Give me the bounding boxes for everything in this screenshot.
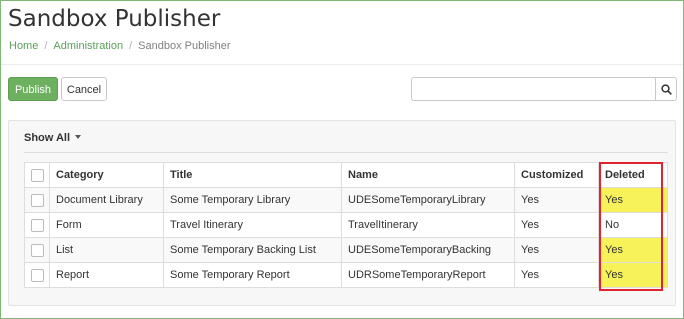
caret-down-icon <box>75 135 82 139</box>
column-header-customized[interactable]: Customized <box>514 162 599 188</box>
row-checkbox[interactable] <box>31 218 44 232</box>
cell-title: Some Temporary Backing List <box>163 237 342 263</box>
row-select-cell <box>24 237 50 263</box>
cell-category: List <box>49 237 164 263</box>
row-select-cell <box>24 262 50 288</box>
breadcrumb-home[interactable]: Home <box>9 40 38 52</box>
cell-deleted: Yes <box>598 187 668 213</box>
cell-customized: Yes <box>514 187 599 213</box>
show-all-label: Show All <box>24 132 71 144</box>
breadcrumb-administration[interactable]: Administration <box>53 40 123 52</box>
publish-table: Category Title Name Customized Deleted D… <box>24 162 668 288</box>
table-row[interactable]: Report Some Temporary Report UDRSomeTemp… <box>24 262 668 288</box>
cell-customized: Yes <box>514 262 599 288</box>
row-select-cell <box>24 187 50 213</box>
cell-name: UDESomeTemporaryLibrary <box>341 187 515 213</box>
header-divider <box>1 64 683 65</box>
cell-category: Report <box>49 262 164 288</box>
panel-divider <box>24 152 668 153</box>
cell-category: Document Library <box>49 187 164 213</box>
cell-title: Travel Itinerary <box>163 212 342 238</box>
row-select-cell <box>24 212 50 238</box>
cancel-button[interactable]: Cancel <box>61 77 107 101</box>
column-header-name[interactable]: Name <box>341 162 515 188</box>
column-header-deleted[interactable]: Deleted <box>598 162 668 188</box>
breadcrumb-current: Sandbox Publisher <box>138 40 231 52</box>
cell-name: UDRSomeTemporaryReport <box>341 262 515 288</box>
cell-customized: Yes <box>514 237 599 263</box>
cell-name: UDESomeTemporaryBacking <box>341 237 515 263</box>
row-checkbox[interactable] <box>31 243 44 257</box>
search-button[interactable] <box>655 77 677 101</box>
breadcrumb-separator: / <box>129 40 133 52</box>
cell-name: TravelItinerary <box>341 212 515 238</box>
cell-category: Form <box>49 212 164 238</box>
search-icon <box>661 84 672 95</box>
table-row[interactable]: Form Travel Itinerary TravelItinerary Ye… <box>24 212 668 238</box>
show-all-dropdown[interactable]: Show All <box>24 132 82 144</box>
cell-deleted: Yes <box>598 262 668 288</box>
table-row[interactable]: Document Library Some Temporary Library … <box>24 187 668 213</box>
select-all-checkbox[interactable] <box>31 168 44 182</box>
table-header-row: Category Title Name Customized Deleted <box>24 162 668 188</box>
cell-title: Some Temporary Report <box>163 262 342 288</box>
breadcrumb-separator: / <box>44 40 48 52</box>
column-header-category[interactable]: Category <box>49 162 164 188</box>
table-row[interactable]: List Some Temporary Backing List UDESome… <box>24 237 668 263</box>
page-title: Sandbox Publisher <box>8 6 221 32</box>
search-input[interactable] <box>411 77 655 101</box>
breadcrumb: Home / Administration / Sandbox Publisher <box>9 40 231 52</box>
cell-deleted: Yes <box>598 237 668 263</box>
cell-deleted: No <box>598 212 668 238</box>
column-header-title[interactable]: Title <box>163 162 342 188</box>
row-checkbox[interactable] <box>31 268 44 282</box>
cell-customized: Yes <box>514 212 599 238</box>
publish-button[interactable]: Publish <box>8 77 58 101</box>
row-checkbox[interactable] <box>31 193 44 207</box>
select-all-cell <box>24 162 50 188</box>
cell-title: Some Temporary Library <box>163 187 342 213</box>
